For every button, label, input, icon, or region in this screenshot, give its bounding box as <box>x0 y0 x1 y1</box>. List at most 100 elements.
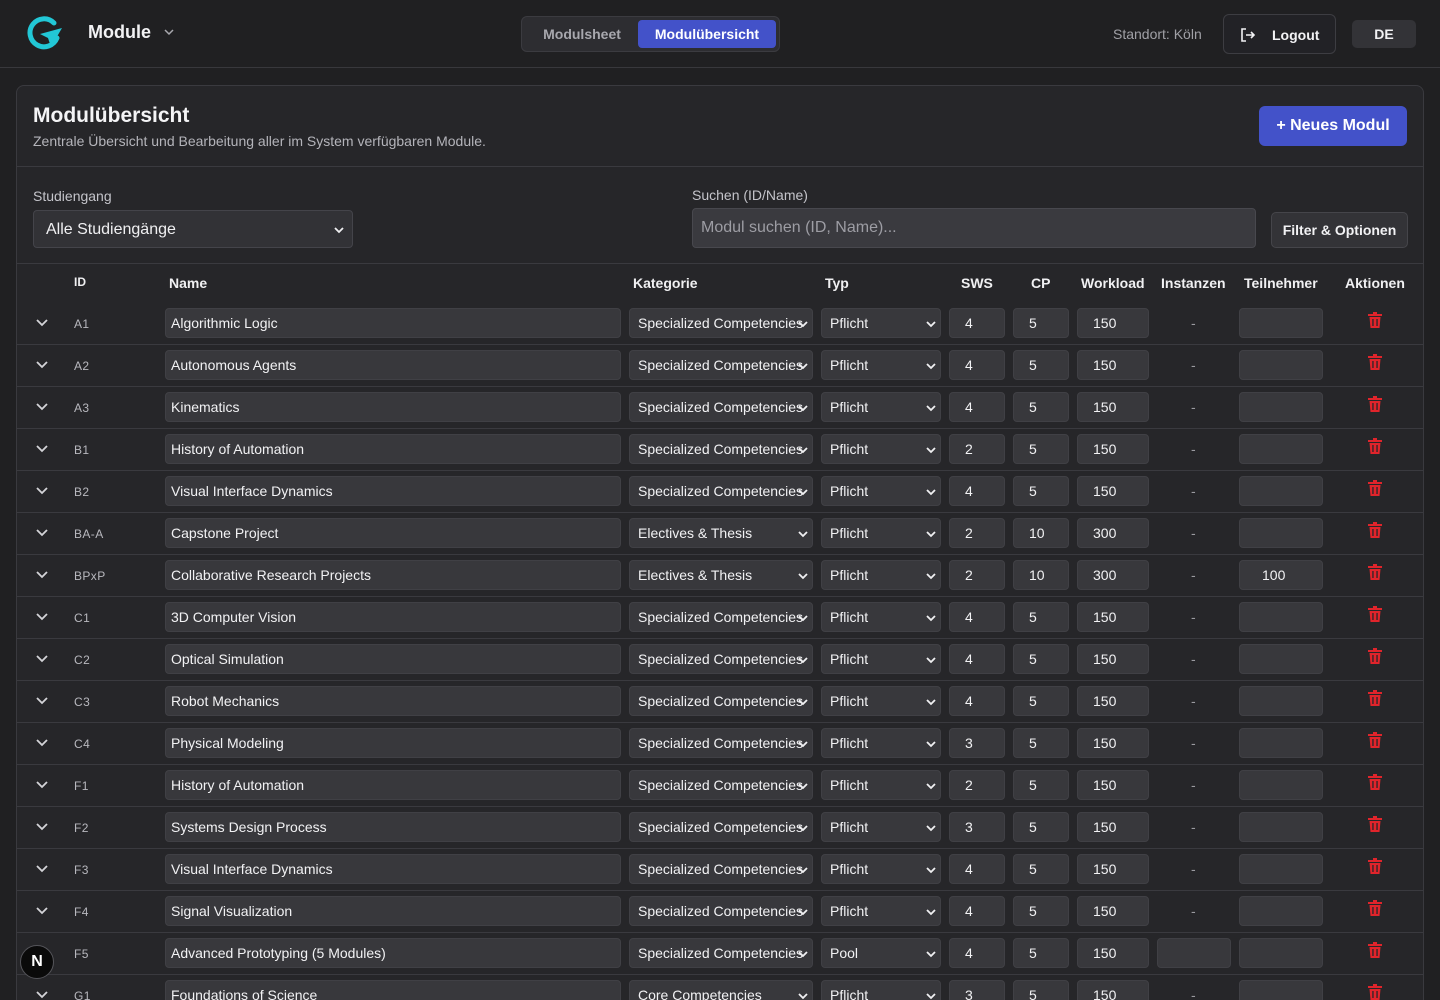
teilnehmer-input[interactable] <box>1239 308 1323 338</box>
module-title[interactable]: Module <box>88 22 151 43</box>
trash-icon[interactable] <box>1368 396 1382 412</box>
teilnehmer-input[interactable] <box>1239 854 1323 884</box>
typ-select[interactable]: Pflicht <box>821 896 941 926</box>
module-name-input[interactable]: Visual Interface Dynamics <box>165 854 621 884</box>
teilnehmer-input[interactable] <box>1239 644 1323 674</box>
teilnehmer-input[interactable] <box>1239 602 1323 632</box>
kategorie-select[interactable]: Electives & Thesis <box>629 518 813 548</box>
cp-input[interactable]: 5 <box>1013 770 1069 800</box>
module-name-input[interactable]: Physical Modeling <box>165 728 621 758</box>
trash-icon[interactable] <box>1368 522 1382 538</box>
kategorie-select[interactable]: Specialized Competencies <box>629 350 813 380</box>
language-button[interactable]: DE <box>1352 20 1416 48</box>
workload-input[interactable]: 150 <box>1077 350 1149 380</box>
cp-input[interactable]: 5 <box>1013 476 1069 506</box>
sws-input[interactable]: 4 <box>949 896 1005 926</box>
kategorie-select[interactable]: Specialized Competencies <box>629 392 813 422</box>
sws-input[interactable]: 4 <box>949 308 1005 338</box>
typ-select[interactable]: Pflicht <box>821 392 941 422</box>
cp-input[interactable]: 5 <box>1013 728 1069 758</box>
studiengang-select[interactable]: Alle Studiengänge <box>33 210 353 248</box>
trash-icon[interactable] <box>1368 774 1382 790</box>
kategorie-select[interactable]: Specialized Competencies <box>629 434 813 464</box>
trash-icon[interactable] <box>1368 606 1382 622</box>
cp-input[interactable]: 5 <box>1013 896 1069 926</box>
logo-icon[interactable] <box>24 16 64 50</box>
teilnehmer-input[interactable] <box>1239 812 1323 842</box>
sws-input[interactable]: 4 <box>949 686 1005 716</box>
typ-select[interactable]: Pflicht <box>821 308 941 338</box>
expand-chevron-icon[interactable] <box>35 903 49 917</box>
teilnehmer-input[interactable] <box>1239 350 1323 380</box>
kategorie-select[interactable]: Specialized Competencies <box>629 476 813 506</box>
module-name-input[interactable]: Kinematics <box>165 392 621 422</box>
teilnehmer-input[interactable]: 100 <box>1239 560 1323 590</box>
workload-input[interactable]: 150 <box>1077 812 1149 842</box>
sws-input[interactable]: 4 <box>949 938 1005 968</box>
module-name-input[interactable]: Autonomous Agents <box>165 350 621 380</box>
cp-input[interactable]: 10 <box>1013 560 1069 590</box>
column-header-kategorie[interactable]: Kategorie <box>633 275 698 291</box>
cp-input[interactable]: 5 <box>1013 812 1069 842</box>
kategorie-select[interactable]: Core Competencies <box>629 980 813 1000</box>
sws-input[interactable]: 3 <box>949 812 1005 842</box>
module-name-input[interactable]: Robot Mechanics <box>165 686 621 716</box>
module-name-input[interactable]: Optical Simulation <box>165 644 621 674</box>
teilnehmer-input[interactable] <box>1239 728 1323 758</box>
expand-chevron-icon[interactable] <box>35 609 49 623</box>
module-name-input[interactable]: Collaborative Research Projects <box>165 560 621 590</box>
teilnehmer-input[interactable] <box>1239 392 1323 422</box>
workload-input[interactable]: 300 <box>1077 518 1149 548</box>
workload-input[interactable]: 150 <box>1077 938 1149 968</box>
trash-icon[interactable] <box>1368 354 1382 370</box>
column-header-sws[interactable]: SWS <box>961 275 993 291</box>
logout-button[interactable]: Logout <box>1223 14 1336 54</box>
sws-input[interactable]: 4 <box>949 392 1005 422</box>
teilnehmer-input[interactable] <box>1239 770 1323 800</box>
trash-icon[interactable] <box>1368 816 1382 832</box>
expand-chevron-icon[interactable] <box>35 987 49 1000</box>
module-name-input[interactable]: Signal Visualization <box>165 896 621 926</box>
expand-chevron-icon[interactable] <box>35 567 49 581</box>
workload-input[interactable]: 150 <box>1077 896 1149 926</box>
expand-chevron-icon[interactable] <box>35 399 49 413</box>
workload-input[interactable]: 150 <box>1077 476 1149 506</box>
cp-input[interactable]: 5 <box>1013 392 1069 422</box>
cp-input[interactable]: 5 <box>1013 644 1069 674</box>
sws-input[interactable]: 3 <box>949 980 1005 1000</box>
kategorie-select[interactable]: Specialized Competencies <box>629 728 813 758</box>
expand-chevron-icon[interactable] <box>35 777 49 791</box>
workload-input[interactable]: 150 <box>1077 854 1149 884</box>
typ-select[interactable]: Pflicht <box>821 770 941 800</box>
expand-chevron-icon[interactable] <box>35 315 49 329</box>
workload-input[interactable]: 150 <box>1077 770 1149 800</box>
workload-input[interactable]: 150 <box>1077 686 1149 716</box>
trash-icon[interactable] <box>1368 984 1382 1000</box>
module-name-input[interactable]: Capstone Project <box>165 518 621 548</box>
expand-chevron-icon[interactable] <box>35 735 49 749</box>
typ-select[interactable]: Pflicht <box>821 812 941 842</box>
cp-input[interactable]: 5 <box>1013 686 1069 716</box>
workload-input[interactable]: 150 <box>1077 980 1149 1000</box>
kategorie-select[interactable]: Specialized Competencies <box>629 602 813 632</box>
sws-input[interactable]: 2 <box>949 434 1005 464</box>
trash-icon[interactable] <box>1368 858 1382 874</box>
module-name-input[interactable]: Systems Design Process <box>165 812 621 842</box>
kategorie-select[interactable]: Specialized Competencies <box>629 770 813 800</box>
trash-icon[interactable] <box>1368 648 1382 664</box>
cp-input[interactable]: 5 <box>1013 854 1069 884</box>
column-header-name[interactable]: Name <box>169 275 207 291</box>
workload-input[interactable]: 300 <box>1077 560 1149 590</box>
teilnehmer-input[interactable] <box>1239 980 1323 1000</box>
workload-input[interactable]: 150 <box>1077 728 1149 758</box>
column-header-id[interactable]: ID <box>74 275 86 289</box>
kategorie-select[interactable]: Specialized Competencies <box>629 896 813 926</box>
instanzen-input[interactable] <box>1157 938 1231 968</box>
cp-input[interactable]: 5 <box>1013 938 1069 968</box>
expand-chevron-icon[interactable] <box>35 483 49 497</box>
trash-icon[interactable] <box>1368 480 1382 496</box>
kategorie-select[interactable]: Specialized Competencies <box>629 812 813 842</box>
sws-input[interactable]: 2 <box>949 770 1005 800</box>
sws-input[interactable]: 4 <box>949 644 1005 674</box>
expand-chevron-icon[interactable] <box>35 819 49 833</box>
